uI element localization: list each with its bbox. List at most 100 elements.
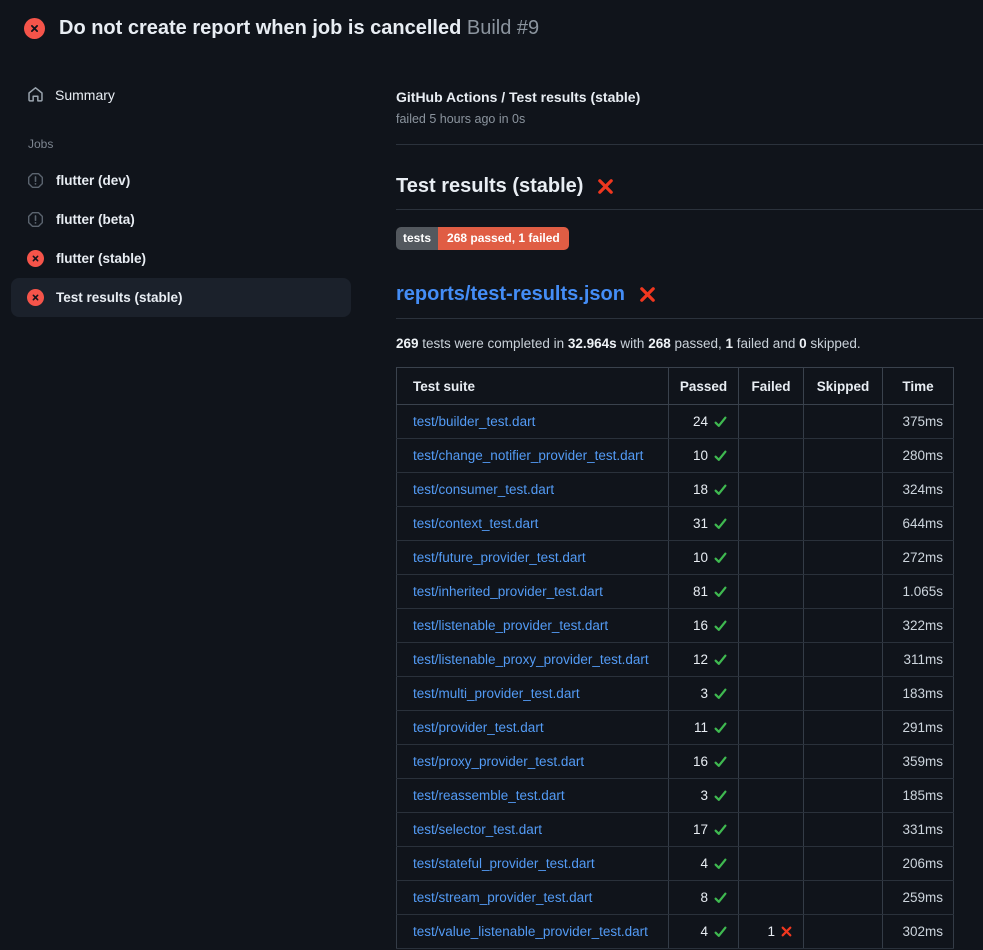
run-failed-icon (24, 18, 45, 39)
suite-time: 302ms (883, 915, 954, 949)
test-suite-row: test/future_provider_test.dart 10 272ms (397, 541, 954, 575)
sidebar-job-item[interactable]: flutter (beta) (11, 200, 351, 239)
suite-time: 183ms (883, 677, 954, 711)
passed-count: 17 (693, 822, 708, 837)
suite-time: 185ms (883, 779, 954, 813)
failed-x-icon (596, 177, 615, 196)
run-header: Do not create report when job is cancell… (0, 0, 983, 53)
test-suite-link[interactable]: test/inherited_provider_test.dart (413, 584, 603, 599)
sidebar-job-label: flutter (dev) (56, 173, 130, 188)
suite-time: 322ms (883, 609, 954, 643)
run-title-block: Do not create report when job is cancell… (59, 17, 539, 40)
table-header-row: Test suite Passed Failed Skipped Time (397, 368, 954, 405)
test-suite-row: test/selector_test.dart 17 331ms (397, 813, 954, 847)
cross-icon (780, 925, 793, 938)
col-header-passed: Passed (669, 368, 739, 405)
test-suite-row: test/value_listenable_provider_test.dart… (397, 915, 954, 949)
passed-count: 31 (693, 516, 708, 531)
test-suite-link[interactable]: test/future_provider_test.dart (413, 550, 586, 565)
test-suite-link[interactable]: test/listenable_provider_test.dart (413, 618, 608, 633)
passed-count: 8 (700, 890, 708, 905)
check-icon (713, 414, 728, 429)
sidebar-job-item[interactable]: flutter (stable) (11, 239, 351, 278)
test-suite-link[interactable]: test/selector_test.dart (413, 822, 542, 837)
suite-time: 375ms (883, 405, 954, 439)
passed-count: 12 (693, 652, 708, 667)
jobs-list: flutter (dev) flutter (beta) flutter (st… (11, 161, 351, 317)
test-suite-link[interactable]: test/reassemble_test.dart (413, 788, 565, 803)
table-body: test/builder_test.dart 24 375ms test/cha… (397, 405, 954, 949)
col-header-time: Time (883, 368, 954, 405)
passed-count: 16 (693, 754, 708, 769)
check-icon (713, 822, 728, 837)
suite-time: 259ms (883, 881, 954, 915)
test-suite-link[interactable]: test/listenable_proxy_provider_test.dart (413, 652, 649, 667)
test-suite-link[interactable]: test/context_test.dart (413, 516, 538, 531)
tests-badge: tests 268 passed, 1 failed (396, 227, 569, 250)
passed-count: 11 (694, 720, 708, 735)
sidebar: Summary Jobs flutter (dev) flutter (beta… (0, 53, 351, 317)
col-header-test-suite: Test suite (397, 368, 669, 405)
failed-icon (27, 250, 44, 267)
test-suite-link[interactable]: test/proxy_provider_test.dart (413, 754, 584, 769)
check-icon (713, 516, 728, 531)
test-suite-row: test/stream_provider_test.dart 8 259ms (397, 881, 954, 915)
passed-count: 24 (693, 414, 708, 429)
breadcrumb: GitHub Actions / Test results (stable) (396, 89, 983, 105)
passed-count: 10 (693, 448, 708, 463)
test-suite-link[interactable]: test/change_notifier_provider_test.dart (413, 448, 643, 463)
sidebar-job-item[interactable]: Test results (stable) (11, 278, 351, 317)
passed-count: 10 (693, 550, 708, 565)
check-icon (713, 720, 728, 735)
check-icon (713, 856, 728, 871)
sidebar-job-label: flutter (beta) (56, 212, 135, 227)
home-icon (27, 86, 44, 103)
section-title-text: Test results (stable) (396, 175, 583, 198)
test-suite-link[interactable]: test/stream_provider_test.dart (413, 890, 592, 905)
suite-time: 644ms (883, 507, 954, 541)
test-suite-row: test/change_notifier_provider_test.dart … (397, 439, 954, 473)
check-icon (713, 686, 728, 701)
test-suite-row: test/context_test.dart 31 644ms (397, 507, 954, 541)
sidebar-item-summary[interactable]: Summary (11, 79, 351, 110)
check-icon (713, 584, 728, 599)
test-suite-link[interactable]: test/consumer_test.dart (413, 482, 554, 497)
test-suite-row: test/inherited_provider_test.dart 81 1.0… (397, 575, 954, 609)
failed-icon (27, 289, 44, 306)
sidebar-job-label: flutter (stable) (56, 251, 146, 266)
main-content: GitHub Actions / Test results (stable) f… (351, 53, 983, 949)
passed-count: 3 (700, 686, 708, 701)
tests-badge-value: 268 passed, 1 failed (438, 227, 569, 250)
test-suite-link[interactable]: test/provider_test.dart (413, 720, 544, 735)
sidebar-job-label: Test results (stable) (56, 290, 183, 305)
check-icon (713, 550, 728, 565)
suite-time: 311ms (883, 643, 954, 677)
suite-time: 280ms (883, 439, 954, 473)
test-suite-row: test/proxy_provider_test.dart 16 359ms (397, 745, 954, 779)
check-icon (713, 652, 728, 667)
sidebar-summary-label: Summary (55, 87, 115, 103)
test-suite-link[interactable]: test/builder_test.dart (413, 414, 535, 429)
page-layout: Summary Jobs flutter (dev) flutter (beta… (0, 53, 983, 949)
failed-count: 1 (767, 924, 775, 939)
jobs-section-label: Jobs (28, 137, 351, 151)
report-file-link[interactable]: reports/test-results.json (396, 283, 625, 306)
test-suite-row: test/provider_test.dart 11 291ms (397, 711, 954, 745)
test-suite-link[interactable]: test/value_listenable_provider_test.dart (413, 924, 648, 939)
test-results-table: Test suite Passed Failed Skipped Time te… (396, 367, 954, 949)
suite-time: 359ms (883, 745, 954, 779)
tests-summary: 269 tests were completed in 32.964s with… (396, 336, 983, 351)
run-title: Do not create report when job is cancell… (59, 17, 461, 39)
run-status-line: failed 5 hours ago in 0s (396, 112, 983, 126)
passed-count: 3 (700, 788, 708, 803)
check-icon (713, 618, 728, 633)
check-icon (713, 482, 728, 497)
sidebar-job-item[interactable]: flutter (dev) (11, 161, 351, 200)
header-divider (396, 144, 983, 145)
tests-badge-label: tests (396, 227, 438, 250)
test-suite-link[interactable]: test/stateful_provider_test.dart (413, 856, 595, 871)
test-suite-row: test/listenable_proxy_provider_test.dart… (397, 643, 954, 677)
test-suite-row: test/stateful_provider_test.dart 4 206ms (397, 847, 954, 881)
section-title: Test results (stable) (396, 175, 983, 210)
test-suite-link[interactable]: test/multi_provider_test.dart (413, 686, 580, 701)
